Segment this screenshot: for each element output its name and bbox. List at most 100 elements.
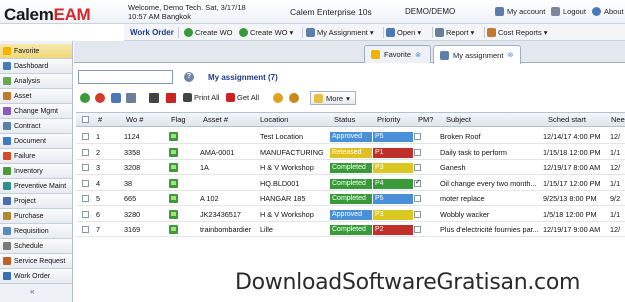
row-checkbox[interactable] <box>82 149 89 156</box>
column-header[interactable]: Sched start <box>548 115 586 124</box>
select-all-checkbox[interactable] <box>82 116 89 123</box>
cost-reports-button[interactable]: Cost Reports ▾ <box>487 26 548 39</box>
table-row[interactable]: 7 3169 trainbombardier Lille Completed P2 Plus… <box>76 222 625 237</box>
add-icon[interactable] <box>80 93 90 103</box>
row-checkbox[interactable] <box>82 195 89 202</box>
column-header[interactable]: # <box>98 115 102 124</box>
table-row[interactable]: 1 1124 Test Location Approved P5 Broken Roof 1… <box>76 129 625 144</box>
sidebar-item-failure[interactable]: Failure <box>0 149 72 164</box>
location: H & V Workshop <box>260 163 314 172</box>
purchase-icon <box>3 212 11 220</box>
wo-number[interactable]: 3358 <box>124 148 140 157</box>
row-checkbox[interactable] <box>82 226 89 233</box>
pm-checkbox <box>414 226 421 233</box>
flag-icon <box>169 194 178 203</box>
create-wo-menu-button[interactable]: Create WO ▾ <box>239 26 293 39</box>
column-header[interactable]: Asset # <box>203 115 228 124</box>
status-badge: Completed <box>330 194 372 204</box>
copy-icon[interactable] <box>126 93 136 103</box>
table-row[interactable]: 4 38 HQ.BLD001 CompletedP4 Oil change every … <box>76 176 625 191</box>
row-checkbox[interactable] <box>82 180 89 187</box>
report-button[interactable]: Report ▾ <box>435 26 474 39</box>
pdf-icon[interactable] <box>166 93 176 103</box>
close-icon[interactable]: ⊗ <box>507 51 513 59</box>
sidebar-item-service-request[interactable]: Service Request <box>0 254 72 269</box>
row-checkbox[interactable] <box>82 211 89 218</box>
priority-badge: P5 <box>373 194 413 204</box>
sidebar-item-label: Dashboard <box>14 62 49 70</box>
tab-bar <box>74 41 625 63</box>
sidebar-item-asset[interactable]: Asset <box>0 89 72 104</box>
toolbar-divider <box>432 27 433 38</box>
wo-number[interactable]: 1124 <box>124 132 140 141</box>
sidebar-item-change-mgmt[interactable]: Change Mgmt <box>0 104 72 119</box>
star-icon <box>371 50 380 59</box>
sidebar-item-favorite[interactable]: Favorite <box>0 44 72 59</box>
asset-number: AMA-0001 <box>200 148 235 157</box>
row-checkbox[interactable] <box>82 133 89 140</box>
document-icon <box>3 137 11 145</box>
chevron-down-icon: ▾ <box>417 28 422 37</box>
close-icon[interactable]: ⊗ <box>415 51 421 59</box>
sidebar-item-schedule[interactable]: Schedule <box>0 239 72 254</box>
tab-my-assignment[interactable]: My assignment ⊗ <box>433 45 521 64</box>
open-button[interactable]: Open ▾ <box>386 26 421 39</box>
column-header[interactable]: Wo # <box>126 115 143 124</box>
subject: Broken Roof <box>440 132 481 141</box>
my-account-link[interactable]: My account <box>495 7 545 16</box>
search-icon[interactable] <box>273 93 283 103</box>
print-all-label: Print All <box>194 93 220 102</box>
table-row[interactable]: 5 665 A 102 HANGAR 185 Completed P5 moter repl… <box>76 191 625 206</box>
table-row[interactable]: 2 3358 AMA-0001 MANUFACTURING Released P1 Dail… <box>76 145 625 160</box>
sidebar-item-preventive-maint[interactable]: Preventive Maint <box>0 179 72 194</box>
logout-link[interactable]: Logout <box>551 7 586 16</box>
sidebar-item-analysis[interactable]: Analysis <box>0 74 72 89</box>
subject: moter replace <box>440 194 485 203</box>
sidebar-item-dashboard[interactable]: Dashboard <box>0 59 72 74</box>
search-input[interactable] <box>78 70 173 84</box>
wo-number[interactable]: 38 <box>124 179 132 188</box>
my-assignment-button[interactable]: My Assignment ▾ <box>306 26 374 39</box>
print-icon[interactable] <box>149 93 159 103</box>
table-row[interactable]: 6 3280 JK23436517 H & V Workshop Approved P3 W… <box>76 207 625 222</box>
sidebar-item-inventory[interactable]: Inventory <box>0 164 72 179</box>
change-icon <box>3 107 11 115</box>
sidebar-item-contract[interactable]: Contract <box>0 119 72 134</box>
sidebar-item-work-order[interactable]: Work Order <box>0 269 72 284</box>
wo-number[interactable]: 665 <box>124 194 136 203</box>
more-button[interactable]: More ▾ <box>310 91 356 105</box>
row-checkbox[interactable] <box>82 164 89 171</box>
asset-number: JK23436517 <box>200 210 241 219</box>
sidebar-item-purchase[interactable]: Purchase <box>0 209 72 224</box>
sidebar-collapse-icon[interactable]: « <box>30 287 34 296</box>
column-header[interactable]: Priority <box>377 115 400 124</box>
column-header[interactable]: Nee <box>611 115 625 124</box>
asset-number: trainbombardier <box>200 225 252 234</box>
zoom-icon[interactable] <box>289 93 299 103</box>
logo-accent-text: EAM <box>53 5 91 24</box>
about-link[interactable]: About <box>592 7 624 16</box>
column-header[interactable]: Status <box>334 115 355 124</box>
column-header[interactable]: Subject <box>446 115 471 124</box>
wo-number[interactable]: 3208 <box>124 163 140 172</box>
sidebar-item-document[interactable]: Document <box>0 134 72 149</box>
get-all-button[interactable]: Get All <box>226 93 259 102</box>
column-header[interactable]: Flag <box>171 115 186 124</box>
wo-number[interactable]: 3280 <box>124 210 140 219</box>
wo-number[interactable]: 3169 <box>124 225 140 234</box>
help-icon[interactable]: ? <box>184 72 194 82</box>
create-wo-button[interactable]: Create WO <box>184 26 233 39</box>
print-all-button[interactable]: Print All <box>183 93 219 102</box>
location: HANGAR 185 <box>260 194 306 203</box>
sidebar-item-requisition[interactable]: Requisition <box>0 224 72 239</box>
tab-favorite[interactable]: Favorite ⊗ <box>364 45 431 63</box>
column-header[interactable]: Location <box>260 115 288 124</box>
user-info: DEMO/DEMO <box>405 7 456 16</box>
sidebar-item-project[interactable]: Project <box>0 194 72 209</box>
subject: Oil change every two month... <box>440 179 537 188</box>
table-row[interactable]: 3 3208 1A H & V Workshop Completed P3 Ganesh 12… <box>76 160 625 175</box>
column-header[interactable]: PM? <box>418 115 433 124</box>
status-badge: Completed <box>330 163 372 173</box>
delete-icon[interactable] <box>95 93 105 103</box>
refresh-icon[interactable] <box>111 93 121 103</box>
